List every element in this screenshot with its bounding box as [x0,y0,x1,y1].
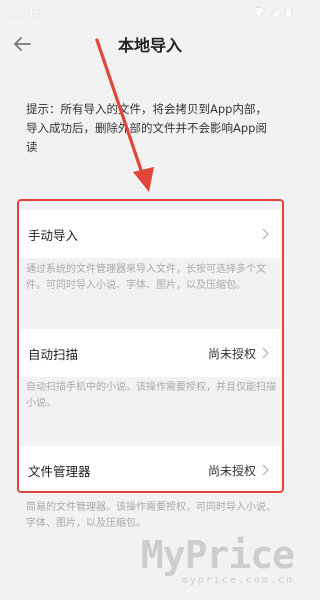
back-button[interactable] [8,30,36,58]
signal-icon [270,7,280,17]
option-description: 简易的文件管理器。该操作需要授权，可同时导入小说、字体、图片，以及压缩包。 [26,502,276,529]
watermark-url: myprice.com.cn [181,575,294,586]
watermark: MyPrice myprice.com.cn [140,533,295,586]
battery-icon [285,6,292,18]
status-icons [253,6,292,18]
annotation-outline [17,199,284,493]
back-arrow-icon [14,37,31,51]
status-time: 11:19 [10,5,42,19]
watermark-brand: MyPrice [140,533,295,577]
app-bar: 本地导入 [0,24,300,64]
hint-text: 提示：所有导入的文件，将会拷贝到App内部，导入成功后，删除外部的文件并不会影响… [26,102,267,154]
page-title: 本地导入 [117,36,182,55]
status-bar: 11:19 [0,0,300,24]
wifi-icon [253,7,265,17]
